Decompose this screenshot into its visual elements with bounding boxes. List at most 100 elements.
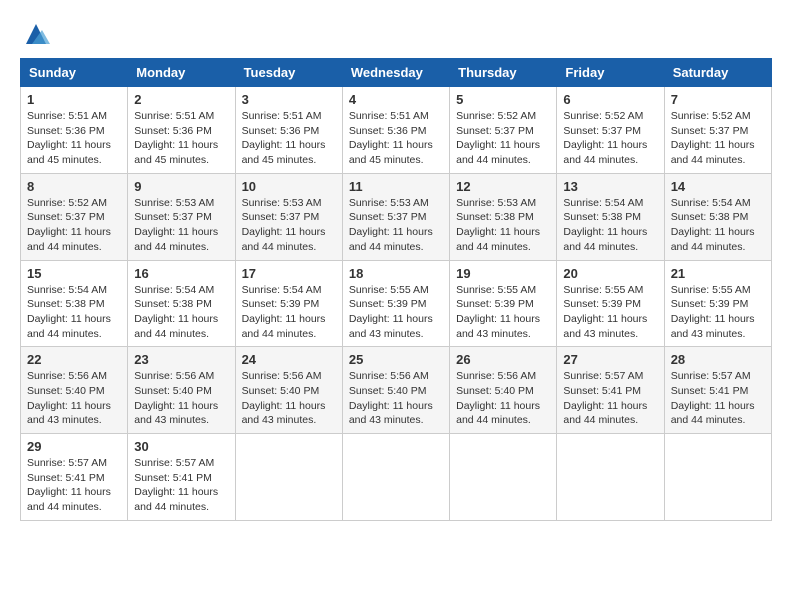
day-cell: 6 Sunrise: 5:52 AM Sunset: 5:37 PM Dayli… — [557, 87, 664, 174]
day-cell: 29 Sunrise: 5:57 AM Sunset: 5:41 PM Dayl… — [21, 434, 128, 521]
day-number: 25 — [349, 352, 443, 367]
day-number: 3 — [242, 92, 336, 107]
day-number: 8 — [27, 179, 121, 194]
day-cell: 26 Sunrise: 5:56 AM Sunset: 5:40 PM Dayl… — [450, 347, 557, 434]
day-number: 6 — [563, 92, 657, 107]
day-number: 27 — [563, 352, 657, 367]
day-cell: 20 Sunrise: 5:55 AM Sunset: 5:39 PM Dayl… — [557, 260, 664, 347]
day-number: 20 — [563, 266, 657, 281]
day-number: 12 — [456, 179, 550, 194]
day-cell — [450, 434, 557, 521]
day-number: 28 — [671, 352, 765, 367]
weekday-header-saturday: Saturday — [664, 59, 771, 87]
weekday-header-wednesday: Wednesday — [342, 59, 449, 87]
week-row-3: 15 Sunrise: 5:54 AM Sunset: 5:38 PM Dayl… — [21, 260, 772, 347]
day-number: 16 — [134, 266, 228, 281]
day-info: Sunrise: 5:53 AM Sunset: 5:37 PM Dayligh… — [349, 196, 443, 255]
day-cell: 21 Sunrise: 5:55 AM Sunset: 5:39 PM Dayl… — [664, 260, 771, 347]
day-info: Sunrise: 5:51 AM Sunset: 5:36 PM Dayligh… — [242, 109, 336, 168]
day-info: Sunrise: 5:55 AM Sunset: 5:39 PM Dayligh… — [563, 283, 657, 342]
day-cell: 25 Sunrise: 5:56 AM Sunset: 5:40 PM Dayl… — [342, 347, 449, 434]
day-info: Sunrise: 5:55 AM Sunset: 5:39 PM Dayligh… — [349, 283, 443, 342]
day-cell: 18 Sunrise: 5:55 AM Sunset: 5:39 PM Dayl… — [342, 260, 449, 347]
day-cell: 4 Sunrise: 5:51 AM Sunset: 5:36 PM Dayli… — [342, 87, 449, 174]
day-cell: 22 Sunrise: 5:56 AM Sunset: 5:40 PM Dayl… — [21, 347, 128, 434]
day-info: Sunrise: 5:56 AM Sunset: 5:40 PM Dayligh… — [456, 369, 550, 428]
day-info: Sunrise: 5:53 AM Sunset: 5:37 PM Dayligh… — [134, 196, 228, 255]
day-cell — [664, 434, 771, 521]
day-number: 11 — [349, 179, 443, 194]
week-row-1: 1 Sunrise: 5:51 AM Sunset: 5:36 PM Dayli… — [21, 87, 772, 174]
day-cell — [342, 434, 449, 521]
day-info: Sunrise: 5:56 AM Sunset: 5:40 PM Dayligh… — [242, 369, 336, 428]
week-row-2: 8 Sunrise: 5:52 AM Sunset: 5:37 PM Dayli… — [21, 173, 772, 260]
weekday-header-monday: Monday — [128, 59, 235, 87]
weekday-header-thursday: Thursday — [450, 59, 557, 87]
day-cell: 2 Sunrise: 5:51 AM Sunset: 5:36 PM Dayli… — [128, 87, 235, 174]
day-cell: 8 Sunrise: 5:52 AM Sunset: 5:37 PM Dayli… — [21, 173, 128, 260]
day-number: 15 — [27, 266, 121, 281]
logo — [20, 20, 50, 48]
day-info: Sunrise: 5:56 AM Sunset: 5:40 PM Dayligh… — [27, 369, 121, 428]
page-header — [20, 20, 772, 48]
day-info: Sunrise: 5:57 AM Sunset: 5:41 PM Dayligh… — [671, 369, 765, 428]
day-number: 21 — [671, 266, 765, 281]
day-info: Sunrise: 5:56 AM Sunset: 5:40 PM Dayligh… — [349, 369, 443, 428]
week-row-4: 22 Sunrise: 5:56 AM Sunset: 5:40 PM Dayl… — [21, 347, 772, 434]
day-cell: 10 Sunrise: 5:53 AM Sunset: 5:37 PM Dayl… — [235, 173, 342, 260]
day-cell — [557, 434, 664, 521]
day-info: Sunrise: 5:54 AM Sunset: 5:38 PM Dayligh… — [563, 196, 657, 255]
day-info: Sunrise: 5:51 AM Sunset: 5:36 PM Dayligh… — [134, 109, 228, 168]
day-cell: 23 Sunrise: 5:56 AM Sunset: 5:40 PM Dayl… — [128, 347, 235, 434]
day-number: 23 — [134, 352, 228, 367]
day-cell: 1 Sunrise: 5:51 AM Sunset: 5:36 PM Dayli… — [21, 87, 128, 174]
day-cell: 19 Sunrise: 5:55 AM Sunset: 5:39 PM Dayl… — [450, 260, 557, 347]
day-number: 5 — [456, 92, 550, 107]
day-cell: 11 Sunrise: 5:53 AM Sunset: 5:37 PM Dayl… — [342, 173, 449, 260]
day-info: Sunrise: 5:56 AM Sunset: 5:40 PM Dayligh… — [134, 369, 228, 428]
day-info: Sunrise: 5:55 AM Sunset: 5:39 PM Dayligh… — [456, 283, 550, 342]
day-cell: 3 Sunrise: 5:51 AM Sunset: 5:36 PM Dayli… — [235, 87, 342, 174]
day-number: 17 — [242, 266, 336, 281]
day-cell: 7 Sunrise: 5:52 AM Sunset: 5:37 PM Dayli… — [664, 87, 771, 174]
day-info: Sunrise: 5:52 AM Sunset: 5:37 PM Dayligh… — [27, 196, 121, 255]
day-cell: 28 Sunrise: 5:57 AM Sunset: 5:41 PM Dayl… — [664, 347, 771, 434]
day-cell — [235, 434, 342, 521]
logo-icon — [22, 20, 50, 48]
day-cell: 9 Sunrise: 5:53 AM Sunset: 5:37 PM Dayli… — [128, 173, 235, 260]
weekday-header-tuesday: Tuesday — [235, 59, 342, 87]
day-number: 22 — [27, 352, 121, 367]
day-cell: 30 Sunrise: 5:57 AM Sunset: 5:41 PM Dayl… — [128, 434, 235, 521]
calendar-table: SundayMondayTuesdayWednesdayThursdayFrid… — [20, 58, 772, 521]
day-info: Sunrise: 5:52 AM Sunset: 5:37 PM Dayligh… — [563, 109, 657, 168]
weekday-header-row: SundayMondayTuesdayWednesdayThursdayFrid… — [21, 59, 772, 87]
day-cell: 27 Sunrise: 5:57 AM Sunset: 5:41 PM Dayl… — [557, 347, 664, 434]
day-number: 19 — [456, 266, 550, 281]
day-number: 13 — [563, 179, 657, 194]
day-number: 29 — [27, 439, 121, 454]
day-info: Sunrise: 5:55 AM Sunset: 5:39 PM Dayligh… — [671, 283, 765, 342]
day-number: 4 — [349, 92, 443, 107]
day-info: Sunrise: 5:52 AM Sunset: 5:37 PM Dayligh… — [456, 109, 550, 168]
day-info: Sunrise: 5:54 AM Sunset: 5:39 PM Dayligh… — [242, 283, 336, 342]
day-info: Sunrise: 5:54 AM Sunset: 5:38 PM Dayligh… — [134, 283, 228, 342]
day-number: 14 — [671, 179, 765, 194]
week-row-5: 29 Sunrise: 5:57 AM Sunset: 5:41 PM Dayl… — [21, 434, 772, 521]
day-info: Sunrise: 5:54 AM Sunset: 5:38 PM Dayligh… — [671, 196, 765, 255]
day-number: 24 — [242, 352, 336, 367]
day-info: Sunrise: 5:53 AM Sunset: 5:38 PM Dayligh… — [456, 196, 550, 255]
day-cell: 17 Sunrise: 5:54 AM Sunset: 5:39 PM Dayl… — [235, 260, 342, 347]
day-number: 2 — [134, 92, 228, 107]
day-cell: 12 Sunrise: 5:53 AM Sunset: 5:38 PM Dayl… — [450, 173, 557, 260]
day-info: Sunrise: 5:54 AM Sunset: 5:38 PM Dayligh… — [27, 283, 121, 342]
day-cell: 24 Sunrise: 5:56 AM Sunset: 5:40 PM Dayl… — [235, 347, 342, 434]
day-info: Sunrise: 5:51 AM Sunset: 5:36 PM Dayligh… — [27, 109, 121, 168]
weekday-header-friday: Friday — [557, 59, 664, 87]
day-number: 18 — [349, 266, 443, 281]
day-cell: 16 Sunrise: 5:54 AM Sunset: 5:38 PM Dayl… — [128, 260, 235, 347]
day-number: 30 — [134, 439, 228, 454]
day-info: Sunrise: 5:57 AM Sunset: 5:41 PM Dayligh… — [563, 369, 657, 428]
day-info: Sunrise: 5:57 AM Sunset: 5:41 PM Dayligh… — [27, 456, 121, 515]
day-info: Sunrise: 5:57 AM Sunset: 5:41 PM Dayligh… — [134, 456, 228, 515]
day-cell: 5 Sunrise: 5:52 AM Sunset: 5:37 PM Dayli… — [450, 87, 557, 174]
